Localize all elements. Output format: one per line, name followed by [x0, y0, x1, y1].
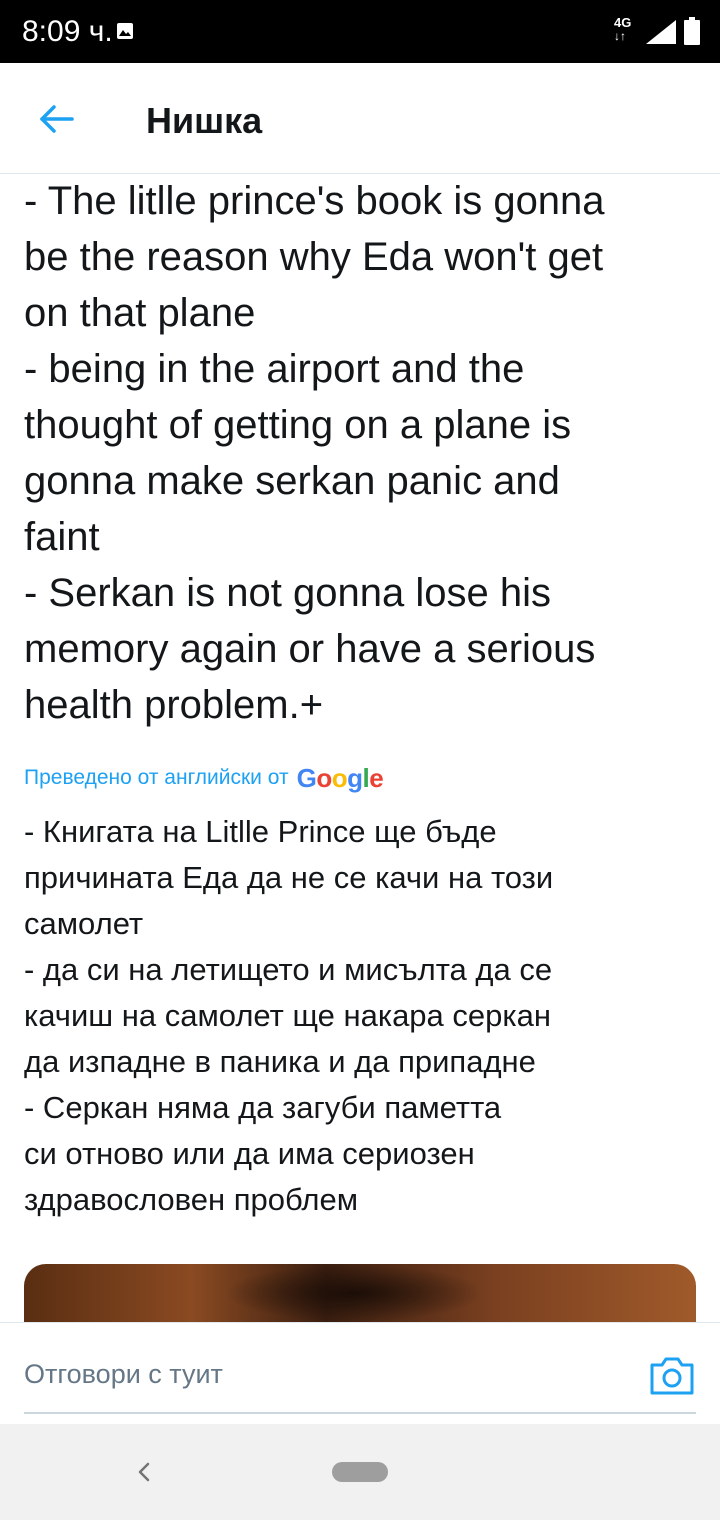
status-bar: 8:09 ч. 4G ↓↑	[0, 0, 720, 63]
signal-strength-icon	[646, 20, 676, 44]
battery-icon	[684, 17, 700, 45]
system-navigation-bar	[0, 1424, 720, 1520]
page-title: Нишка	[146, 100, 263, 141]
media-shade	[224, 1264, 484, 1322]
translation-label[interactable]: Преведено от английски от	[24, 763, 289, 793]
reply-underline	[24, 1412, 696, 1414]
tweet-detail: - The litlle prince's book is gonna be t…	[24, 173, 696, 1223]
nav-back-icon[interactable]	[130, 1458, 158, 1486]
status-time: 8:09 ч.	[22, 15, 113, 48]
network-activity-icon: ↓↑	[614, 29, 626, 43]
image-notification-icon	[117, 23, 133, 39]
google-logo: Google	[296, 763, 384, 793]
nav-home-pill[interactable]	[332, 1462, 388, 1482]
translation-attribution: Преведено от английски от Google	[24, 761, 696, 795]
camera-icon[interactable]	[648, 1353, 696, 1397]
app-header: Нишка	[0, 63, 720, 174]
network-type: 4G	[614, 15, 632, 30]
arrow-left-icon[interactable]	[30, 93, 82, 145]
translated-text: - Книгата на Litlle Prince ще бъде причи…	[24, 814, 554, 1217]
tweet-media-image[interactable]	[24, 1264, 696, 1322]
reply-bar: Отговори с туит	[0, 1322, 720, 1425]
tweet-text: - The litlle prince's book is gonna be t…	[24, 179, 605, 727]
reply-input[interactable]: Отговори с туит	[24, 1357, 223, 1391]
